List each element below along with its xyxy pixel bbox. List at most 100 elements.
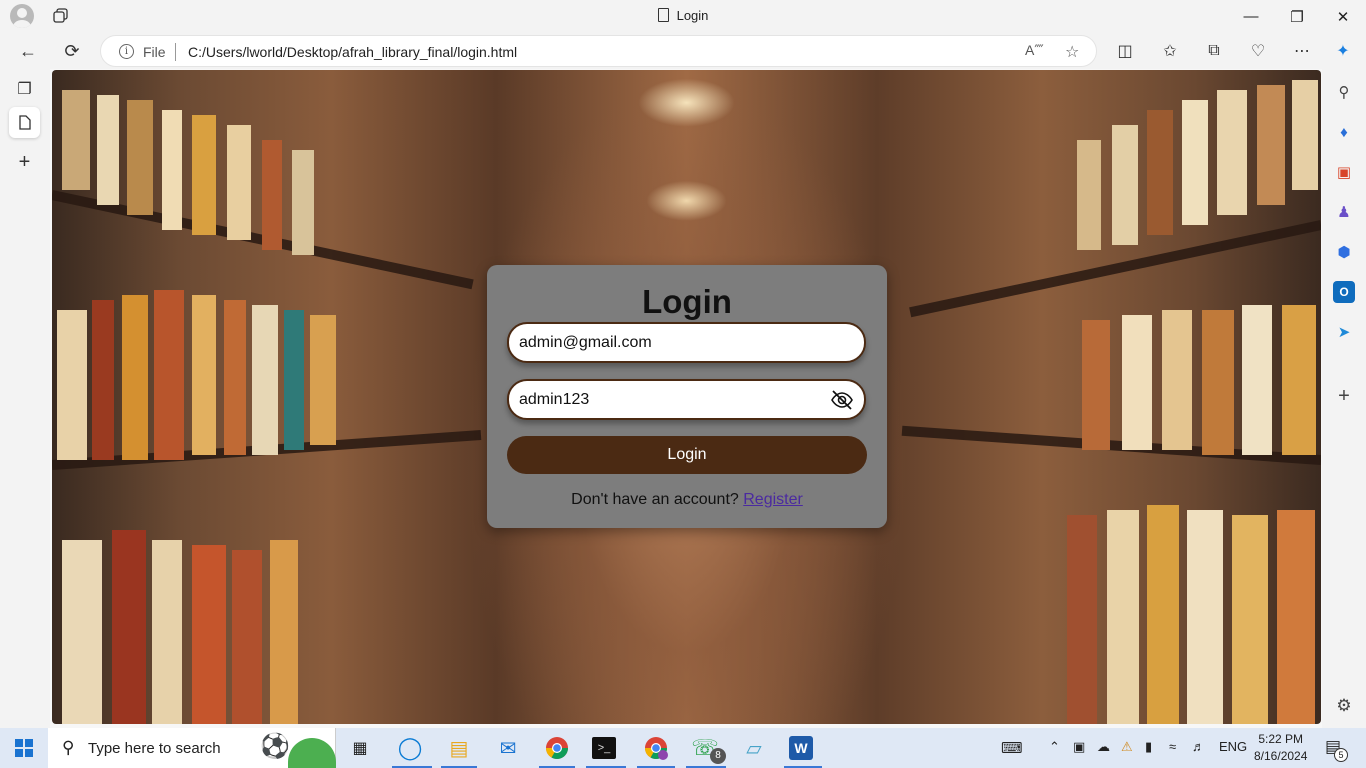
clock-date: 8/16/2024 (1254, 749, 1308, 763)
wifi-icon[interactable]: ≈ (1169, 739, 1176, 754)
mail-icon[interactable]: ✉ (494, 734, 522, 762)
address-divider (175, 43, 176, 61)
volume-icon[interactable]: ♬ (1192, 739, 1205, 754)
book (1242, 305, 1272, 455)
clock-time: 5:22 PM (1258, 732, 1304, 746)
eye-slash-icon[interactable] (830, 389, 854, 411)
word-icon[interactable]: W (789, 736, 813, 760)
book (1122, 315, 1152, 450)
password-field[interactable]: admin123 (507, 379, 866, 420)
book (310, 315, 336, 445)
address-bar[interactable]: i File C:/Users/lworld/Desktop/afrah_lib… (100, 35, 1097, 67)
book (232, 550, 262, 724)
register-prompt: Don't have an account? Register (487, 491, 887, 509)
book (112, 530, 146, 724)
favorites-icon[interactable]: ✩ (1157, 39, 1183, 63)
page-icon (18, 115, 31, 130)
document-icon (657, 8, 669, 22)
book (97, 95, 119, 205)
book (62, 540, 102, 724)
chrome-icon[interactable] (543, 734, 571, 762)
more-menu-icon[interactable]: ⋯ (1289, 39, 1315, 63)
book (57, 310, 87, 460)
book (270, 540, 298, 724)
minimize-button[interactable]: — (1228, 0, 1274, 33)
split-screen-icon[interactable]: ◫ (1112, 39, 1138, 63)
window-title: Login (0, 8, 1366, 23)
tab-login[interactable] (9, 107, 40, 138)
meet-now-icon[interactable]: ▣ (1073, 739, 1085, 755)
restore-button[interactable]: ❐ (1274, 0, 1320, 33)
book (92, 300, 114, 460)
windows-start-icon[interactable] (10, 734, 38, 762)
book (1082, 320, 1110, 450)
shopping-tag-icon[interactable]: ♦ (1333, 121, 1355, 143)
tab-actions-icon[interactable]: ❐ (9, 73, 40, 104)
taskbar-search[interactable]: ⚲ Type here to search ⚽ (48, 728, 336, 768)
book (1292, 80, 1318, 190)
read-aloud-icon[interactable]: A⁗ (1025, 42, 1044, 59)
book (1067, 515, 1097, 724)
system-clock[interactable]: 5:22 PM 8/16/2024 (1254, 731, 1307, 765)
book (1257, 85, 1285, 205)
book (192, 295, 216, 455)
book (292, 150, 314, 255)
send-icon[interactable]: ➤ (1333, 321, 1355, 343)
search-highlight-image (288, 738, 336, 768)
show-hidden-icons-chevron-icon[interactable]: ⌃ (1049, 739, 1060, 755)
scheme-label: File (143, 44, 166, 60)
book (1147, 505, 1179, 724)
tools-briefcase-icon[interactable]: ▣ (1333, 161, 1355, 183)
collections-icon[interactable]: ⧉ (1201, 39, 1227, 63)
book (284, 310, 304, 450)
login-button[interactable]: Login (507, 436, 867, 474)
book (1202, 310, 1234, 455)
battery-icon[interactable]: ▮ (1145, 739, 1152, 755)
book (62, 90, 90, 190)
book (152, 540, 182, 724)
keyboard-tray-icon[interactable]: ⌨ (1001, 739, 1023, 757)
copilot-icon[interactable]: ✦ (1330, 39, 1356, 63)
favorite-star-icon[interactable]: ☆ (1065, 42, 1079, 62)
onedrive-cloud-icon[interactable]: ☁ (1097, 739, 1110, 755)
outlook-icon[interactable]: O (1333, 281, 1355, 303)
email-field[interactable]: admin@gmail.com (507, 322, 866, 363)
browser-essentials-icon[interactable]: ♡ (1245, 39, 1271, 63)
search-magnifier-icon: ⚲ (62, 738, 75, 757)
task-view-icon[interactable]: ▦ (346, 734, 374, 762)
book (127, 100, 153, 215)
url-text[interactable]: C:/Users/lworld/Desktop/afrah_library_fi… (188, 44, 517, 60)
register-link[interactable]: Register (743, 491, 803, 508)
login-heading: Login (642, 283, 732, 320)
book (1107, 510, 1139, 724)
book (154, 290, 184, 460)
site-info-icon[interactable]: i (119, 44, 134, 59)
back-button[interactable]: ← (13, 37, 43, 65)
book (1232, 515, 1268, 724)
terminal-icon[interactable]: >_ (592, 737, 616, 759)
games-icon[interactable]: ♟ (1333, 201, 1355, 223)
vertical-tabs: ❐ + (0, 69, 50, 728)
notes-app-icon[interactable]: ▱ (740, 734, 768, 762)
add-sidebar-app-icon[interactable]: + (1333, 385, 1355, 407)
book (262, 140, 282, 250)
new-tab-button[interactable]: + (9, 147, 40, 178)
search-placeholder: Type here to search (88, 740, 221, 757)
sidebar-settings-icon[interactable]: ⚙ (1333, 695, 1355, 717)
chrome-profile-icon[interactable] (642, 734, 670, 762)
email-value: admin@gmail.com (519, 334, 652, 351)
search-icon[interactable]: ⚲ (1333, 81, 1355, 103)
refresh-button[interactable]: ⟳ (57, 37, 87, 65)
security-alert-icon[interactable]: ⚠ (1121, 739, 1133, 755)
book (162, 110, 182, 230)
close-button[interactable]: ✕ (1320, 0, 1366, 33)
notification-count: 5 (1334, 748, 1348, 762)
book (224, 300, 246, 455)
edge-taskbar-icon[interactable]: ◯ (396, 734, 424, 762)
navigation-bar: ← ⟳ i File C:/Users/lworld/Desktop/afrah… (0, 33, 1366, 69)
book (1182, 100, 1208, 225)
input-language[interactable]: ENG (1219, 739, 1247, 754)
copilot-hex-icon[interactable]: ⬢ (1333, 241, 1355, 263)
file-explorer-icon[interactable]: ▤ (445, 734, 473, 762)
window-titlebar: Login — ❐ ✕ (0, 0, 1366, 33)
